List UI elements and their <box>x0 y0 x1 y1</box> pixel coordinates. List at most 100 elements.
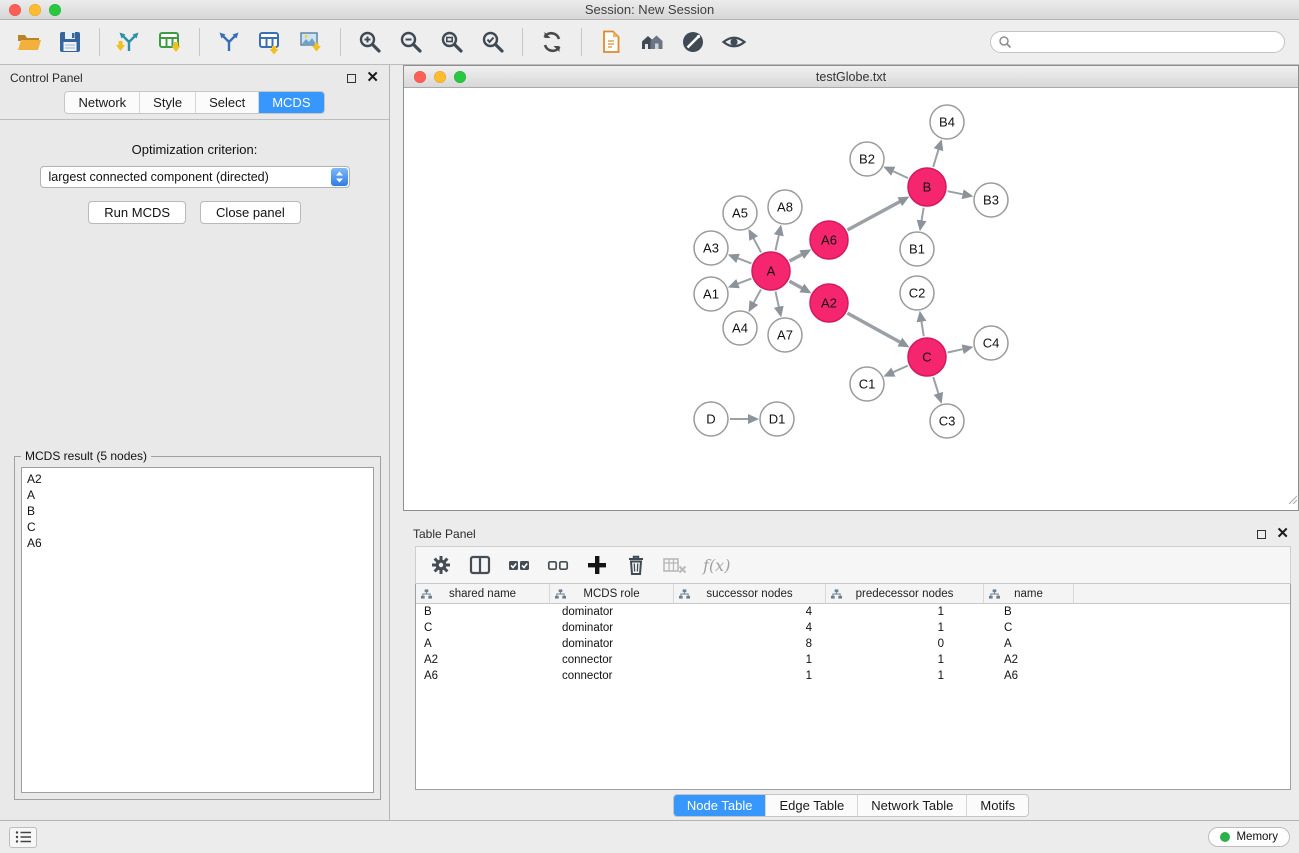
list-item[interactable]: A2 <box>27 471 368 487</box>
table-row[interactable]: A2 connector 1 1 A2 <box>416 652 1290 668</box>
close-window-button[interactable] <box>9 4 21 16</box>
tab-edge-table[interactable]: Edge Table <box>765 795 857 816</box>
show-details-button[interactable] <box>715 25 753 59</box>
minimize-window-button[interactable] <box>29 4 41 16</box>
delete-table-button[interactable] <box>660 550 690 580</box>
list-item[interactable]: B <box>27 503 368 519</box>
show-columns-button[interactable] <box>465 550 495 580</box>
open-session-button[interactable] <box>10 25 48 59</box>
export-table-button[interactable] <box>251 25 289 59</box>
node-table[interactable]: shared name MCDS role successor nodes <box>415 584 1291 790</box>
column-header-mcds-role[interactable]: MCDS role <box>550 584 674 603</box>
home-button[interactable] <box>633 25 671 59</box>
close-panel-icon[interactable]: ✕ <box>366 73 379 83</box>
graph-node-B1[interactable]: B1 <box>900 232 934 266</box>
search-input[interactable] <box>990 31 1285 53</box>
float-table-panel-icon[interactable] <box>1257 530 1266 539</box>
graph-node-D[interactable]: D <box>694 402 728 436</box>
graph-node-A2[interactable]: A2 <box>810 284 848 322</box>
run-mcds-button[interactable]: Run MCDS <box>88 201 186 224</box>
table-row[interactable]: C dominator 4 1 C <box>416 620 1290 636</box>
refresh-button[interactable] <box>533 25 571 59</box>
float-panel-icon[interactable] <box>347 74 356 83</box>
tab-motifs[interactable]: Motifs <box>966 795 1028 816</box>
graph-edge-A-A8[interactable] <box>775 232 779 250</box>
graph-node-C[interactable]: C <box>908 338 946 376</box>
graph-edge-C-C1[interactable] <box>891 366 908 374</box>
close-table-panel-icon[interactable]: ✕ <box>1276 529 1289 539</box>
graph-node-B3[interactable]: B3 <box>974 183 1008 217</box>
task-history-button[interactable] <box>9 827 37 848</box>
select-all-button[interactable] <box>504 550 534 580</box>
zoom-network-window-button[interactable] <box>454 71 466 83</box>
minimize-network-window-button[interactable] <box>434 71 446 83</box>
graph-node-A[interactable]: A <box>752 252 790 290</box>
optimization-criterion-dropdown[interactable]: largest connected component (directed) <box>40 166 350 188</box>
graph-edge-A-A2[interactable] <box>789 281 804 289</box>
graph-node-A3[interactable]: A3 <box>694 231 728 265</box>
close-network-window-button[interactable] <box>414 71 426 83</box>
table-row[interactable]: A6 connector 1 1 A6 <box>416 668 1290 684</box>
graph-edge-C-C3[interactable] <box>933 377 939 396</box>
graph-edge-B-B1[interactable] <box>921 208 924 224</box>
table-settings-button[interactable] <box>426 550 456 580</box>
memory-button[interactable]: Memory <box>1208 827 1290 847</box>
close-panel-button[interactable]: Close panel <box>200 201 301 224</box>
graph-edge-A6-B[interactable] <box>847 200 902 230</box>
graph-node-A1[interactable]: A1 <box>694 277 728 311</box>
graph-node-D1[interactable]: D1 <box>760 402 794 436</box>
graph-edge-B-B3[interactable] <box>948 191 966 195</box>
graph-node-C4[interactable]: C4 <box>974 326 1008 360</box>
deselect-all-button[interactable] <box>543 550 573 580</box>
graph-node-C2[interactable]: C2 <box>900 276 934 310</box>
export-image-button[interactable] <box>292 25 330 59</box>
tab-style[interactable]: Style <box>139 92 195 113</box>
graph-edge-C-C4[interactable] <box>948 349 966 353</box>
zoom-selected-button[interactable] <box>474 25 512 59</box>
zoom-fit-button[interactable] <box>433 25 471 59</box>
graph-edge-B-B2[interactable] <box>891 170 908 178</box>
tab-mcds[interactable]: MCDS <box>258 92 323 113</box>
graph-edge-A-A7[interactable] <box>775 292 779 310</box>
graph-edge-A-A6[interactable] <box>790 253 805 261</box>
graph-edge-A-A5[interactable] <box>752 236 761 253</box>
annotation-button[interactable] <box>674 25 712 59</box>
network-graph[interactable]: B4B2BB3A8A5A6A3B1AC2A1A2A4A7C4CC1C3DD1 <box>404 88 1298 510</box>
tab-select[interactable]: Select <box>195 92 258 113</box>
graph-edge-A-A3[interactable] <box>735 257 751 263</box>
open-document-button[interactable] <box>592 25 630 59</box>
export-network-button[interactable] <box>210 25 248 59</box>
function-builder-button[interactable]: f(x) <box>699 556 730 575</box>
table-row[interactable]: A dominator 8 0 A <box>416 636 1290 652</box>
graph-node-B2[interactable]: B2 <box>850 142 884 176</box>
delete-column-button[interactable] <box>621 550 651 580</box>
zoom-window-button[interactable] <box>49 4 61 16</box>
graph-node-A7[interactable]: A7 <box>768 318 802 352</box>
graph-node-A6[interactable]: A6 <box>810 221 848 259</box>
graph-edge-A2-C[interactable] <box>847 313 902 343</box>
table-row[interactable]: B dominator 4 1 B <box>416 604 1290 620</box>
column-header-shared-name[interactable]: shared name <box>416 584 550 603</box>
graph-node-A8[interactable]: A8 <box>768 190 802 224</box>
graph-edge-B-B4[interactable] <box>933 147 939 167</box>
graph-edge-A-A1[interactable] <box>735 279 751 285</box>
graph-node-A4[interactable]: A4 <box>723 311 757 345</box>
list-item[interactable]: A6 <box>27 535 368 551</box>
zoom-in-button[interactable] <box>351 25 389 59</box>
save-session-button[interactable] <box>51 25 89 59</box>
graph-node-C1[interactable]: C1 <box>850 367 884 401</box>
tab-network-table[interactable]: Network Table <box>857 795 966 816</box>
column-header-predecessor-nodes[interactable]: predecessor nodes <box>826 584 984 603</box>
mcds-result-list[interactable]: A2 A B C A6 <box>21 467 374 793</box>
import-table-button[interactable] <box>151 25 189 59</box>
import-network-button[interactable] <box>110 25 148 59</box>
graph-node-A5[interactable]: A5 <box>723 196 757 230</box>
column-header-successor-nodes[interactable]: successor nodes <box>674 584 826 603</box>
graph-edge-A-A4[interactable] <box>752 289 761 305</box>
tab-network[interactable]: Network <box>65 92 139 113</box>
graph-node-C3[interactable]: C3 <box>930 404 964 438</box>
zoom-out-button[interactable] <box>392 25 430 59</box>
graph-edge-C-C2[interactable] <box>921 319 924 337</box>
resize-grip-icon[interactable] <box>1287 491 1297 509</box>
network-canvas[interactable]: B4B2BB3A8A5A6A3B1AC2A1A2A4A7C4CC1C3DD1 <box>404 88 1298 510</box>
